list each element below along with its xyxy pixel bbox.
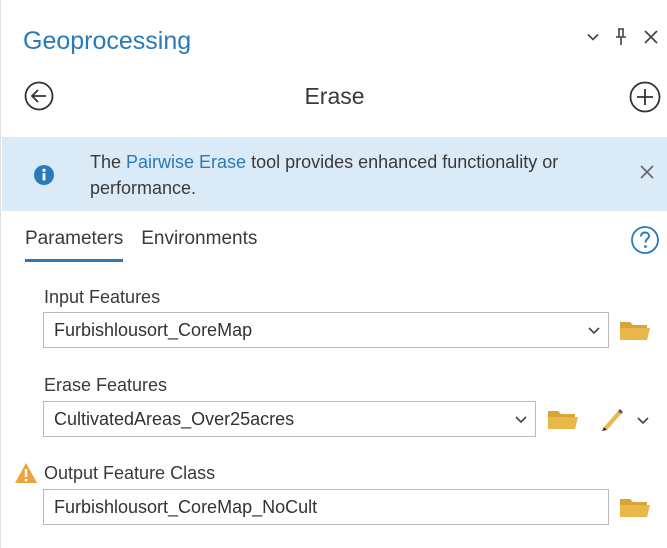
banner-text-pre: The: [90, 152, 127, 172]
tool-tabs: Parameters Environments: [25, 226, 257, 262]
input-features-label: Input Features: [44, 287, 161, 307]
erase-features-value: CultivatedAreas_Over25acres: [54, 409, 295, 429]
info-icon: [34, 165, 54, 190]
info-banner: The Pairwise Erase tool provides enhance…: [2, 137, 667, 211]
pairwise-erase-link[interactable]: Pairwise Erase: [126, 152, 246, 172]
geoprocessing-pane: Geoprocessing Erase The Pairwise Erase t…: [0, 0, 667, 548]
close-icon[interactable]: [638, 163, 656, 186]
chevron-down-icon[interactable]: [586, 322, 602, 343]
pin-icon[interactable]: [614, 28, 628, 46]
tab-environments[interactable]: Environments: [141, 226, 257, 262]
input-features-combobox[interactable]: Furbishlousort_CoreMap: [43, 312, 609, 348]
pane-title: Geoprocessing: [23, 27, 192, 55]
add-icon[interactable]: [628, 80, 662, 119]
close-icon[interactable]: [642, 28, 660, 46]
tab-parameters[interactable]: Parameters: [25, 226, 124, 262]
banner-message: The Pairwise Erase tool provides enhance…: [90, 149, 580, 201]
pencil-icon[interactable]: [599, 406, 625, 437]
input-features-value: Furbishlousort_CoreMap: [54, 320, 253, 340]
folder-icon[interactable]: [619, 318, 651, 347]
erase-features-label: Erase Features: [44, 375, 168, 395]
tool-nav-row: Erase: [1, 76, 667, 116]
erase-features-combobox[interactable]: CultivatedAreas_Over25acres: [43, 401, 536, 437]
folder-icon[interactable]: [619, 495, 651, 524]
output-feature-class-input[interactable]: Furbishlousort_CoreMap_NoCult: [43, 489, 609, 525]
chevron-down-icon[interactable]: [513, 411, 529, 432]
warning-icon: [14, 462, 38, 489]
chevron-down-icon[interactable]: [586, 30, 600, 44]
chevron-down-icon[interactable]: [635, 412, 651, 433]
tool-title: Erase: [304, 83, 365, 109]
help-icon[interactable]: [630, 225, 660, 260]
output-feature-class-value: Furbishlousort_CoreMap_NoCult: [54, 497, 318, 517]
pane-controls: [586, 28, 660, 46]
output-feature-class-label: Output Feature Class: [44, 463, 216, 483]
folder-icon[interactable]: [547, 407, 579, 436]
